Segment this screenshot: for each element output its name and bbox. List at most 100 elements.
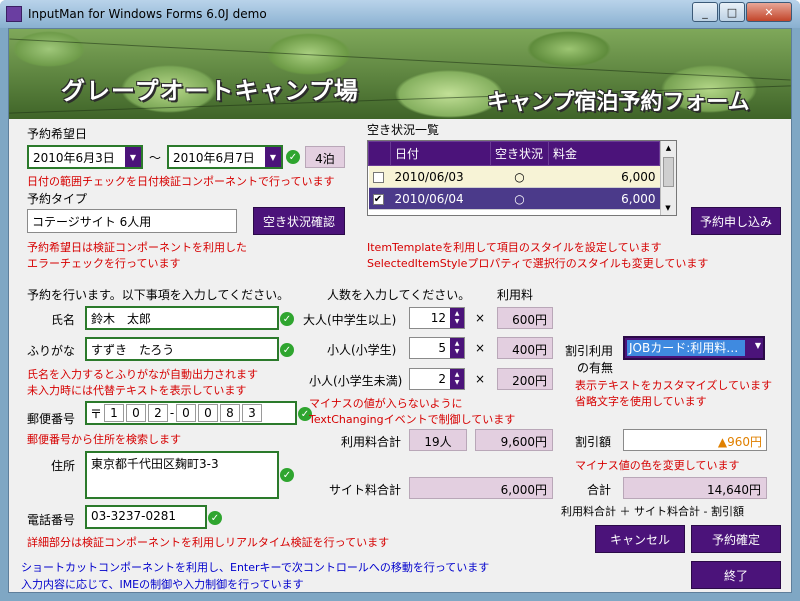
availability-label: 空き状況一覧 [367, 123, 440, 137]
times-sign: × [475, 311, 486, 325]
zip-digit[interactable]: 3 [242, 404, 262, 422]
start-date-dropdown-icon[interactable]: ▼ [125, 147, 141, 167]
banner-image: グレープオートキャンプ場 キャンプ宿泊予約フォーム [9, 29, 791, 119]
apply-button[interactable]: 予約申し込み [691, 207, 781, 235]
times-sign: × [475, 372, 486, 386]
kana-input[interactable]: すずき たろう [85, 337, 279, 361]
type-note-1: 予約希望日は検証コンポーネントを利用した [27, 241, 247, 254]
row-price: 6,000 [548, 187, 660, 210]
address-valid-icon: ✓ [280, 468, 294, 482]
footer-note-1: ショートカットコンポーネントを利用し、Enterキーで次コントロールへの移動を行… [21, 561, 490, 574]
kana-note-2: 未入力時には代替テキストを表示しています [27, 384, 247, 397]
row-status: ○ [490, 187, 549, 210]
availability-note-2: SelectedItemStyleプロパティで選択行のスタイルも変更しています [367, 257, 709, 270]
start-date-value: 2010年6月3日 [33, 151, 115, 165]
adult-label: 大人(中学生以上) [303, 313, 397, 327]
sum-value: 14,640円 [623, 477, 767, 499]
table-row[interactable]: ✔ 2010/06/04 ○ 6,000 [368, 187, 660, 210]
row-checkbox[interactable]: ✔ [372, 193, 384, 205]
child-label: 小人(小学生) [327, 343, 397, 357]
kana-note-1: 氏名を入力するとふりがなが自動出力されます [27, 368, 258, 381]
discount-label: 割引利用 [565, 344, 614, 358]
discount-note-1: 表示テキストをカスタマイズしています [575, 379, 773, 392]
times-sign: × [475, 341, 486, 355]
nights-display: 4泊 [305, 146, 345, 168]
discount-note-2: 省略文字を使用しています [575, 395, 707, 408]
zip-digit[interactable]: 0 [176, 404, 196, 422]
scroll-up-icon[interactable]: ▲ [661, 141, 676, 155]
zip-digit[interactable]: 2 [148, 404, 168, 422]
check-availability-button[interactable]: 空き状況確認 [253, 207, 345, 235]
app-window: InputMan for Windows Forms 6.0J demo _ □… [0, 0, 800, 601]
availability-list[interactable]: 日付 空き状況 料金 2010/06/03 ○ 6,000 ✔ 2010/06/… [367, 140, 677, 216]
zip-digit[interactable]: 0 [126, 404, 146, 422]
end-date-value: 2010年6月7日 [173, 151, 255, 165]
row-checkbox[interactable] [372, 171, 384, 183]
header-date: 日付 [390, 141, 491, 166]
cancel-button[interactable]: キャンセル [595, 525, 685, 553]
discount-amount[interactable]: ▲960円 [623, 429, 767, 451]
infant-spin-icon[interactable]: ▲ ▼ [450, 369, 464, 389]
phone-note: 詳細部分は検証コンポーネントを利用しリアルタイム検証を行っています [27, 536, 390, 549]
header-check [368, 141, 391, 166]
fee-label: 利用料 [497, 288, 534, 302]
infant-fee: 200円 [497, 368, 553, 390]
banner-title: グレープオートキャンプ場 [61, 77, 359, 105]
zip-input[interactable]: 〒 1 0 2 - 0 0 8 3 [85, 401, 297, 425]
people-intro: 人数を入力してください。 [327, 288, 471, 302]
type-note-2: エラーチェックを行っています [27, 257, 181, 270]
type-input[interactable]: コテージサイト 6人用 [27, 209, 237, 233]
exit-button[interactable]: 終了 [691, 561, 781, 589]
discount-label-2: の有無 [577, 361, 614, 375]
date-note: 日付の範囲チェックを日付検証コンポーネントで行っています [27, 175, 335, 188]
kana-valid-icon: ✓ [280, 343, 294, 357]
row-date: 2010/06/03 [390, 165, 491, 188]
end-date-dropdown-icon[interactable]: ▼ [265, 147, 281, 167]
total-people: 19人 [409, 429, 467, 451]
table-row[interactable]: 2010/06/03 ○ 6,000 [368, 165, 660, 188]
scroll-thumb[interactable] [663, 157, 674, 187]
zip-digit[interactable]: 0 [198, 404, 218, 422]
app-icon [6, 6, 22, 22]
name-input[interactable]: 鈴木 太郎 [85, 306, 279, 330]
site-label: サイト料合計 [329, 483, 402, 497]
discount-select[interactable]: JOBカード:利用料… ▼ [623, 336, 765, 360]
close-button[interactable]: ✕ [746, 2, 792, 22]
maximize-button[interactable]: □ [719, 2, 745, 22]
zip-digit[interactable]: 1 [104, 404, 124, 422]
total-fee: 9,600円 [475, 429, 553, 451]
footer-note-2: 入力内容に応じて、IMEの制御や入力制御を行っています [21, 578, 304, 591]
people-note-1: マイナスの値が入らないように [309, 397, 463, 410]
minimize-button[interactable]: _ [692, 2, 718, 22]
address-label: 住所 [51, 459, 76, 473]
discount-amount-label: 割引額 [575, 435, 612, 449]
address-input[interactable]: 東京都千代田区麹町3-3 [85, 451, 279, 499]
sum-formula: 利用料合計 ＋ サイト料合計 - 割引額 [561, 505, 744, 518]
adult-spin-icon[interactable]: ▲ ▼ [450, 308, 464, 328]
phone-label: 電話番号 [27, 513, 76, 527]
form-client-area: グレープオートキャンプ場 キャンプ宿泊予約フォーム 予約希望日 2010年6月3… [8, 28, 792, 593]
people-note-2: TextChangingイベントで制御しています [309, 413, 516, 426]
personal-intro: 予約を行います。以下事項を入力してください。 [27, 288, 290, 302]
banner-subtitle: キャンプ宿泊予約フォーム [487, 90, 750, 115]
date-range-tilde: ～ [149, 151, 162, 165]
zip-digit[interactable]: 8 [220, 404, 240, 422]
child-fee: 400円 [497, 337, 553, 359]
scroll-down-icon[interactable]: ▼ [661, 201, 675, 215]
discount-dropdown-icon[interactable]: ▼ [755, 341, 761, 350]
row-date: 2010/06/04 [390, 187, 491, 210]
end-date-valid-icon: ✓ [286, 150, 300, 164]
discount-amount-note: マイナス値の色を変更しています [575, 459, 740, 472]
adult-fee: 600円 [497, 307, 553, 329]
discount-selected-value: JOBカード:利用料… [627, 340, 745, 356]
phone-input[interactable]: 03-3237-0281 [85, 505, 207, 529]
site-fee: 6,000円 [409, 477, 553, 499]
child-spin-icon[interactable]: ▲ ▼ [450, 338, 464, 358]
phone-valid-icon: ✓ [208, 511, 222, 525]
title-bar[interactable]: InputMan for Windows Forms 6.0J demo _ □… [0, 0, 800, 28]
kana-label: ふりがな [27, 344, 76, 358]
row-status: ○ [490, 165, 549, 188]
confirm-button[interactable]: 予約確定 [691, 525, 781, 553]
list-scrollbar[interactable]: ▲ ▼ [660, 141, 676, 215]
zip-label: 郵便番号 [27, 412, 76, 426]
